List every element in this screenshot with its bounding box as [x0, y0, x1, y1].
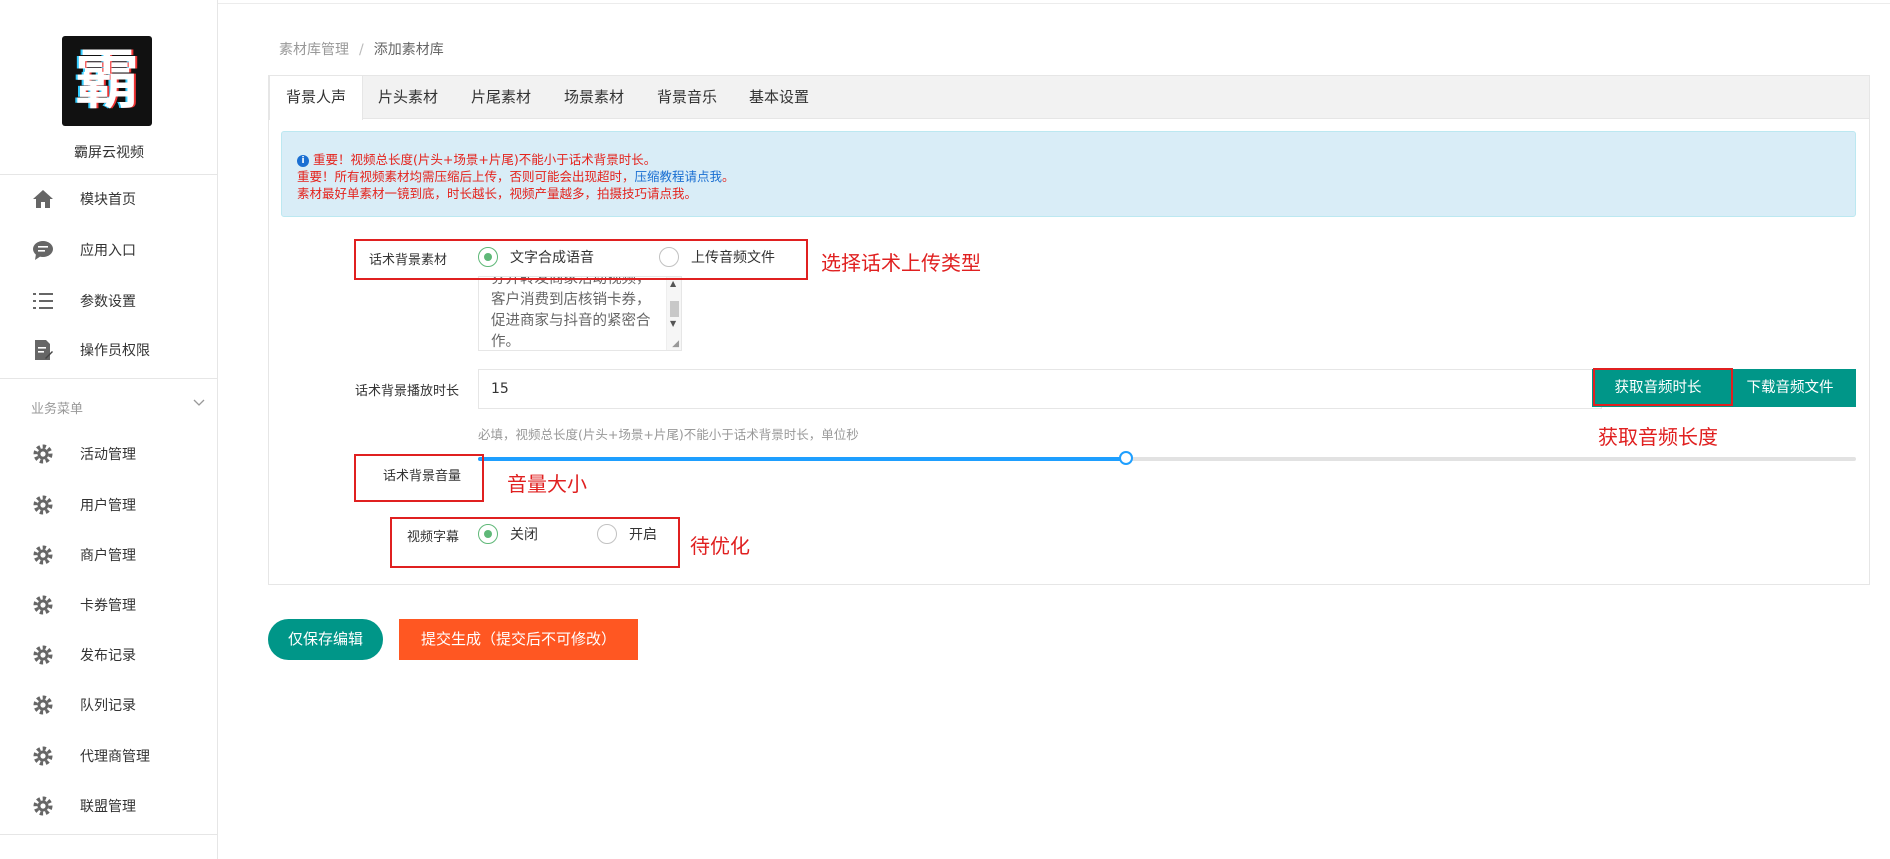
tab-background-music[interactable]: 背景音乐	[641, 76, 733, 119]
annotation-upload-type: 选择话术上传类型	[821, 251, 981, 275]
sidebar-item-operator-permissions[interactable]: 操作员权限	[0, 330, 218, 370]
volume-slider[interactable]	[478, 451, 1856, 465]
alert-line-2-end: 。	[722, 169, 735, 184]
sidebar-item-app-entry[interactable]: 应用入口	[0, 230, 218, 270]
logo-glyph: 霸	[75, 43, 139, 118]
sidebar-divider	[0, 174, 218, 175]
gear-icon	[32, 644, 54, 666]
sidebar-item-label: 操作员权限	[80, 343, 150, 359]
logo[interactable]: 霸	[62, 36, 152, 126]
top-divider	[218, 3, 1890, 4]
sidebar-item-home[interactable]: 模块首页	[0, 179, 218, 219]
scroll-up-icon[interactable]: ▲	[670, 279, 676, 288]
sidebar-item-label: 发布记录	[80, 648, 136, 664]
sidebar-item-activity[interactable]: 活动管理	[0, 434, 218, 474]
sidebar-item-coupons[interactable]: 卡券管理	[0, 585, 218, 625]
gear-icon	[32, 745, 54, 767]
script-textarea[interactable]: 券并转发商家活动视频，客户消费到店核销卡券，促进商家与抖音的紧密合作。 ▲ ▼ …	[478, 276, 682, 351]
scroll-thumb[interactable]	[670, 301, 679, 317]
gear-icon	[32, 443, 54, 465]
sidebar-item-label: 商户管理	[80, 548, 136, 564]
chevron-down-icon[interactable]	[193, 396, 205, 410]
sidebar-item-queue-records[interactable]: 队列记录	[0, 685, 218, 725]
sidebar-item-label: 模块首页	[80, 192, 136, 208]
breadcrumb-parent[interactable]: 素材库管理	[279, 42, 349, 58]
annotation-get-length: 获取音频长度	[1598, 425, 1718, 449]
resize-grip-icon[interactable]: ◢	[672, 339, 679, 349]
document-edit-icon	[32, 339, 54, 361]
home-icon	[32, 188, 54, 210]
sidebar-item-label: 活动管理	[80, 447, 136, 463]
tab-outro-material[interactable]: 片尾素材	[455, 76, 547, 119]
sidebar-item-label: 代理商管理	[80, 749, 150, 765]
sidebar-item-params[interactable]: 参数设置	[0, 281, 218, 321]
compress-tutorial-link[interactable]: 压缩教程请点我	[635, 169, 723, 184]
sidebar-item-label: 队列记录	[80, 698, 136, 714]
duration-hint: 必填，视频总长度(片头+场景+片尾)不能小于话术背景时长，单位秒	[478, 427, 859, 442]
sidebar-item-agents[interactable]: 代理商管理	[0, 736, 218, 776]
annotation-box-upload-type	[354, 239, 808, 280]
submit-generate-button[interactable]: 提交生成（提交后不可修改）	[399, 619, 638, 660]
gear-icon	[32, 544, 54, 566]
sidebar-divider	[0, 834, 218, 835]
list-icon	[32, 290, 54, 312]
breadcrumb-current: 添加素材库	[373, 42, 444, 58]
sidebar-item-label: 应用入口	[80, 243, 136, 259]
volume-slider-fill	[478, 457, 1126, 461]
alert-line-3: 素材最好单素材一镜到底，时长越长，视频产量越多，拍摄技巧请点我。	[297, 186, 698, 201]
scroll-down-icon[interactable]: ▼	[670, 319, 676, 328]
volume-slider-handle[interactable]	[1118, 451, 1133, 465]
download-audio-button[interactable]: 下载音频文件	[1724, 369, 1856, 407]
script-text: 券并转发商家活动视频，客户消费到店核销卡券，促进商家与抖音的紧密合作。	[491, 276, 651, 350]
alert-line-2-text: 重要！所有视频素材均需压缩后上传，否则可能会出现超时，	[297, 169, 635, 184]
breadcrumb-separator: /	[359, 42, 364, 58]
notice-alert: i 重要！视频总长度(片头+场景+片尾)不能小于话术背景时长。 重要！所有视频素材…	[281, 131, 1856, 217]
sidebar: 霸 霸屏云视频 模块首页 应用入口 参数设置 操作员权限 业务菜单 活动管理 用…	[0, 0, 218, 859]
tab-background-voice[interactable]: 背景人声	[269, 76, 364, 120]
sidebar-item-publish-records[interactable]: 发布记录	[0, 635, 218, 675]
sidebar-item-merchants[interactable]: 商户管理	[0, 535, 218, 575]
save-edit-button[interactable]: 仅保存编辑	[268, 619, 383, 660]
sidebar-divider	[0, 378, 218, 379]
annotation-box-get-duration	[1593, 368, 1733, 406]
sidebar-section-title[interactable]: 业务菜单	[31, 398, 83, 417]
gear-icon	[32, 594, 54, 616]
sidebar-item-label: 参数设置	[80, 294, 136, 310]
chat-bubble-icon	[32, 239, 54, 261]
sidebar-item-users[interactable]: 用户管理	[0, 485, 218, 525]
annotation-box-subtitle	[390, 517, 680, 568]
sidebar-item-label: 用户管理	[80, 498, 136, 514]
form-card: 背景人声 片头素材 片尾素材 场景素材 背景音乐 基本设置 i 重要！视频总长度(…	[268, 75, 1870, 585]
gear-icon	[32, 694, 54, 716]
sidebar-item-label: 卡券管理	[80, 598, 136, 614]
breadcrumb: 素材库管理 / 添加素材库	[279, 39, 444, 59]
annotation-volume: 音量大小	[507, 472, 587, 496]
sidebar-item-alliance[interactable]: 联盟管理	[0, 786, 218, 826]
tab-basic-settings[interactable]: 基本设置	[733, 76, 825, 119]
brand-name: 霸屏云视频	[74, 145, 144, 161]
tab-intro-material[interactable]: 片头素材	[362, 76, 454, 119]
annotation-todo: 待优化	[690, 534, 750, 558]
duration-label: 话术背景播放时长	[355, 384, 460, 399]
alert-line-1-text: 重要！视频总长度(片头+场景+片尾)不能小于话术背景时长。	[313, 152, 657, 167]
duration-input[interactable]: 15	[478, 369, 1602, 409]
gear-icon	[32, 795, 54, 817]
tab-scene-material[interactable]: 场景素材	[548, 76, 640, 119]
annotation-box-volume	[354, 454, 484, 502]
sidebar-item-label: 联盟管理	[80, 799, 136, 815]
tab-bar: 背景人声 片头素材 片尾素材 场景素材 背景音乐 基本设置	[269, 76, 1869, 120]
gear-icon	[32, 494, 54, 516]
